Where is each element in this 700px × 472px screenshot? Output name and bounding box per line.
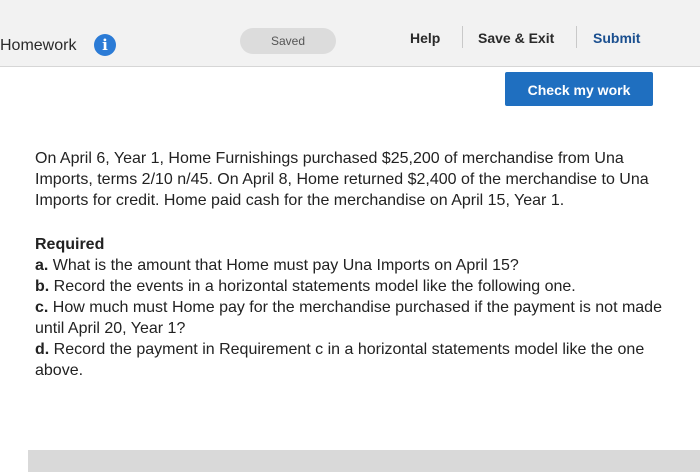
requirement-text: How much must Home pay for the merchandi…: [35, 299, 662, 337]
submit-button[interactable]: Submit: [593, 30, 640, 46]
requirement-text: Record the events in a horizontal statem…: [53, 278, 576, 295]
requirement-a: a. What is the amount that Home must pay…: [35, 255, 675, 276]
requirement-letter: d.: [35, 341, 50, 358]
requirement-text: Record the payment in Requirement c in a…: [35, 341, 645, 379]
divider: [462, 26, 463, 48]
question-content: On April 6, Year 1, Home Furnishings pur…: [35, 148, 675, 381]
requirement-c: c. How much must Home pay for the mercha…: [35, 297, 675, 339]
requirement-text: What is the amount that Home must pay Un…: [52, 257, 519, 274]
save-exit-button[interactable]: Save & Exit: [478, 30, 554, 46]
requirement-d: d. Record the payment in Requirement c i…: [35, 339, 675, 381]
info-icon[interactable]: i: [94, 34, 116, 56]
requirement-b: b. Record the events in a horizontal sta…: [35, 276, 675, 297]
saved-status-badge: Saved: [240, 28, 336, 54]
requirement-letter: a.: [35, 257, 49, 274]
check-my-work-button[interactable]: Check my work: [505, 72, 653, 106]
required-heading: Required: [35, 236, 105, 253]
problem-statement: On April 6, Year 1, Home Furnishings pur…: [35, 150, 649, 209]
requirement-letter: b.: [35, 278, 50, 295]
bottom-panel: [28, 450, 700, 472]
divider: [576, 26, 577, 48]
requirements-list: a. What is the amount that Home must pay…: [35, 255, 675, 381]
page-title: Homework: [0, 37, 77, 54]
help-button[interactable]: Help: [410, 30, 440, 46]
requirement-letter: c.: [35, 299, 49, 316]
top-bar: Homework i Saved Help Save & Exit Submit: [0, 0, 700, 67]
